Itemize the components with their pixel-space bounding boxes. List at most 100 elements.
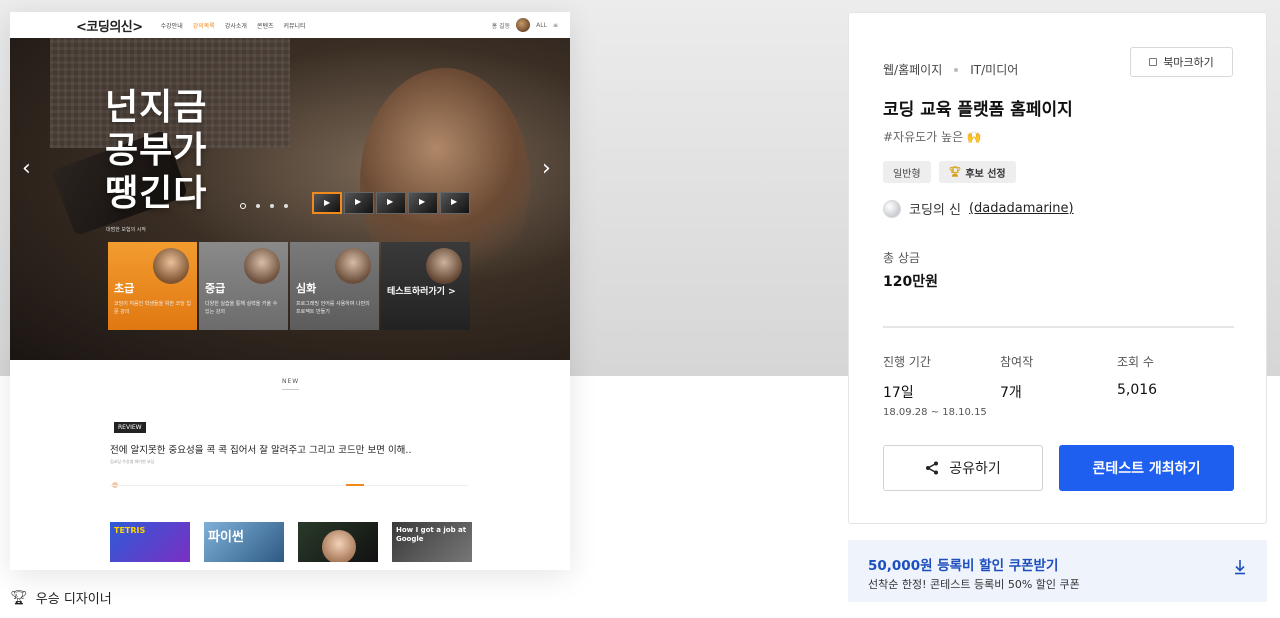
level-card-title: 초급 — [114, 282, 135, 295]
hero-title-line: 공부가 — [105, 130, 208, 171]
person-image — [335, 248, 371, 284]
level-card: 심화 프로그래밍 언어를 사용하여 나만의 프로젝트 만들기 — [290, 242, 379, 330]
contest-title: 코딩 교육 플랫폼 홈페이지 — [883, 100, 1073, 120]
video-thumbnail — [408, 192, 438, 214]
prize-value: 120만원 — [883, 274, 938, 290]
level-cards: 초급 코딩이 처음인 학생들을 위한 코딩 입문 강의 중급 다양한 실습을 통… — [108, 242, 470, 330]
host-avatar — [883, 199, 901, 218]
winner-designer: 🏆︎ 우승 디자이너 — [10, 588, 112, 608]
slider-active-segment — [346, 484, 364, 486]
video-thumbnail — [440, 192, 470, 214]
video-thumbnail: 파이썬 — [204, 522, 284, 562]
stat-date-range: 18.09.28 ~ 18.10.15 — [883, 407, 987, 418]
badge-label: 일반형 — [893, 168, 921, 180]
preview-menu-item: 수강안내 — [160, 22, 183, 30]
hero-pagination-dots — [240, 203, 288, 209]
preview-menu-icon: ≡ — [552, 21, 558, 29]
host-contest-button[interactable]: 콘테스트 개최하기 — [1059, 445, 1234, 491]
video-thumbnail: TETRIS — [110, 522, 190, 562]
share-button[interactable]: 공유하기 — [883, 445, 1043, 491]
stat-duration: 진행 기간 17일 18.09.28 ~ 18.10.15 — [883, 353, 987, 418]
badge-label: 후보 선정 — [965, 168, 1006, 180]
contest-badges: 일반형 🏆︎ 후보 선정 — [883, 161, 1016, 183]
preview-video-thumbs: TETRIS 파이썬 How I got a job at Google — [110, 522, 472, 562]
video-thumbnail — [344, 192, 374, 214]
design-preview[interactable]: <코딩의신> 수강안내 강의목록 강사소개 콘텐츠 커뮤니티 홍 길동 ALL … — [10, 12, 570, 570]
video-thumbnail — [376, 192, 406, 214]
stat-views: 조회 수 5,016 — [1117, 353, 1157, 398]
hero-title-line: 넌지금 — [105, 87, 208, 128]
host-name: 코딩의 신 — [909, 203, 961, 218]
slider-track — [110, 485, 468, 486]
stat-value: 7개 — [1000, 385, 1022, 401]
review-author: 김코딩 수강생 파이썬 코딩 — [110, 459, 155, 464]
bookmark-button[interactable]: 북마크하기 — [1130, 47, 1233, 77]
preview-user-area: 홍 길동 ALL ≡ — [492, 18, 558, 32]
industry-link[interactable]: IT/미디어 — [970, 61, 1018, 78]
chevron-left-icon: ‹ — [22, 156, 31, 181]
review-tag: REVIEW — [114, 422, 146, 433]
preview-menu-item: 강사소개 — [224, 22, 247, 30]
preview-hero: 넌지금 공부가 땡긴다 대범한 모험의 시작 ‹ › 초급 코딩이 처음인 학생… — [10, 38, 570, 360]
stat-value: 17일 — [883, 385, 914, 401]
category-breadcrumb: 웹/홈페이지 IT/미디어 — [883, 61, 1018, 78]
coupon-banner[interactable]: 50,000원 등록비 할인 쿠폰받기 선착순 한정! 콘테스트 등록비 50%… — [848, 540, 1267, 602]
hero-video-thumbnails — [312, 192, 470, 214]
video-thumbnail — [312, 192, 342, 214]
share-icon — [926, 461, 939, 475]
level-card-desc: 프로그래밍 언어를 사용하여 나만의 프로젝트 만들기 — [296, 301, 370, 315]
bookmark-icon — [1149, 58, 1158, 66]
coupon-title: 50,000원 등록비 할인 쿠폰받기 — [868, 558, 1059, 574]
bookmark-label: 북마크하기 — [1163, 56, 1214, 69]
level-card-title: 심화 — [296, 282, 317, 295]
preview-menu-item: 콘텐츠 — [256, 22, 274, 30]
preview-menu: 수강안내 강의목록 강사소개 콘텐츠 커뮤니티 — [161, 21, 306, 30]
preview-site-nav: <코딩의신> 수강안내 강의목록 강사소개 콘텐츠 커뮤니티 홍 길동 ALL … — [10, 12, 570, 38]
winner-label: 우승 디자이너 — [35, 592, 112, 607]
stat-entries: 참여작 7개 — [1000, 353, 1033, 402]
category-link[interactable]: 웹/홈페이지 — [883, 61, 942, 78]
level-card: 테스트하러가기 > — [381, 242, 470, 330]
level-card-title: 중급 — [205, 282, 226, 295]
chevron-right-icon: › — [542, 156, 551, 181]
share-label: 공유하기 — [949, 461, 1001, 477]
person-image — [244, 248, 280, 284]
download-icon[interactable] — [1232, 558, 1248, 576]
preview-extra: ALL — [536, 21, 547, 29]
preview-menu-item: 커뮤니티 — [283, 22, 306, 30]
host-info: 코딩의 신 (dadadamarine) — [883, 199, 1074, 218]
new-label: NEW — [282, 378, 300, 390]
preview-menu-item: 강의목록 — [192, 22, 215, 30]
level-card-desc: 코딩이 처음인 학생들을 위한 코딩 입문 강의 — [114, 301, 191, 315]
coupon-subtitle: 선착순 한정! 콘테스트 등록비 50% 할인 쿠폰 — [868, 578, 1080, 591]
level-card: 중급 다양한 실습을 통해 실력을 키울 수 있는 강의 — [199, 242, 288, 330]
video-thumbnail — [298, 522, 378, 562]
level-card-title: 테스트하러가기 > — [387, 287, 456, 297]
preview-logo: <코딩의신> — [76, 19, 143, 35]
divider — [883, 326, 1234, 328]
contest-hashtag: #자유도가 높은 🙌 — [883, 130, 982, 144]
stat-label: 조회 수 — [1117, 355, 1154, 369]
preview-user-name: 홍 길동 — [491, 22, 511, 30]
hero-title: 넌지금 공부가 땡긴다 — [105, 86, 207, 215]
person-image — [322, 530, 356, 562]
level-card-desc: 다양한 실습을 통해 실력을 키울 수 있는 강의 — [205, 301, 278, 315]
preview-avatar — [516, 18, 531, 32]
hero-caption: 대범한 모험의 시작 — [106, 227, 146, 233]
trophy-icon: 🏆︎ — [10, 589, 28, 606]
stat-label: 참여작 — [1000, 355, 1034, 369]
level-card: 초급 코딩이 처음인 학생들을 위한 코딩 입문 강의 — [108, 242, 197, 330]
stat-label: 진행 기간 — [883, 355, 931, 369]
review-text: 전에 알지못한 중요성을 콕 콕 집어서 잘 알려주고 그리고 코드만 보면 이… — [110, 445, 412, 456]
contest-type-badge: 일반형 — [883, 161, 931, 183]
preview-body: NEW REVIEW 전에 알지못한 중요성을 콕 콕 집어서 잘 알려주고 그… — [10, 360, 570, 570]
separator-dot — [954, 67, 959, 72]
stat-value: 5,016 — [1117, 382, 1158, 398]
candidate-badge: 🏆︎ 후보 선정 — [938, 161, 1016, 183]
host-id-link[interactable]: (dadadamarine) — [969, 201, 1074, 216]
trophy-icon: 🏆︎ — [948, 166, 962, 178]
prize-label: 총 상금 — [883, 251, 920, 265]
person-image — [153, 248, 189, 284]
video-thumbnail: How I got a job at Google — [392, 522, 472, 562]
contest-info-panel: 웹/홈페이지 IT/미디어 북마크하기 코딩 교육 플랫폼 홈페이지 #자유도가… — [848, 12, 1267, 524]
